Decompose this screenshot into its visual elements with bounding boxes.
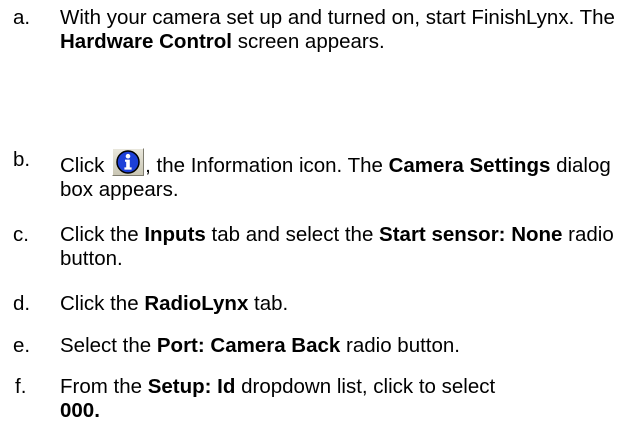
ui-term-start-sensor-none: Start sensor: None [379, 223, 563, 246]
step-text: Click the RadioLynx tab. [60, 292, 635, 316]
step-letter: e. [13, 334, 31, 357]
step-text-part: radio button. [340, 334, 460, 357]
step-text-part: With your camera set up and turned on, s… [60, 6, 615, 29]
ui-term-port-camera-back: Port: Camera Back [156, 334, 341, 357]
step-text-part: , the Information icon. The [145, 154, 389, 177]
step-text-part: dropdown list, click to select [235, 375, 496, 398]
step-text-part: tab. [248, 292, 289, 315]
ui-term-camera-settings: Camera Settings [388, 154, 551, 177]
step-letter: d. [13, 292, 31, 315]
info-icon [112, 148, 145, 176]
step-text: With your camera set up and turned on, s… [60, 6, 635, 54]
step-letter: a. [13, 6, 31, 29]
ui-term-setup-id: Setup: Id [147, 375, 236, 398]
ui-term-000: 000. [60, 399, 100, 422]
step-letter: f. [15, 375, 27, 398]
step-text-part: From the [60, 375, 148, 398]
step-text: Click the Inputs tab and select the Star… [60, 223, 635, 271]
step-text: Select the Port: Camera Back radio butto… [60, 334, 635, 358]
step-text-part: Click the [60, 292, 145, 315]
step-text: From the Setup: Id dropdown list, click … [60, 375, 635, 423]
step-text-part: Click [60, 154, 111, 177]
step-letter: b. [13, 148, 31, 171]
step-text-part: Select the [60, 334, 157, 357]
ui-term-hardware-control: Hardware Control [60, 30, 232, 53]
step-text: Click , the Information icon. The Camera… [60, 148, 635, 202]
ui-term-inputs: Inputs [144, 223, 206, 246]
ui-term-radiolynx: RadioLynx [144, 292, 249, 315]
step-text-part: tab and select the [205, 223, 380, 246]
step-text-part: Click the [60, 223, 145, 246]
step-letter: c. [13, 223, 29, 246]
step-text-part: screen appears. [232, 30, 385, 53]
